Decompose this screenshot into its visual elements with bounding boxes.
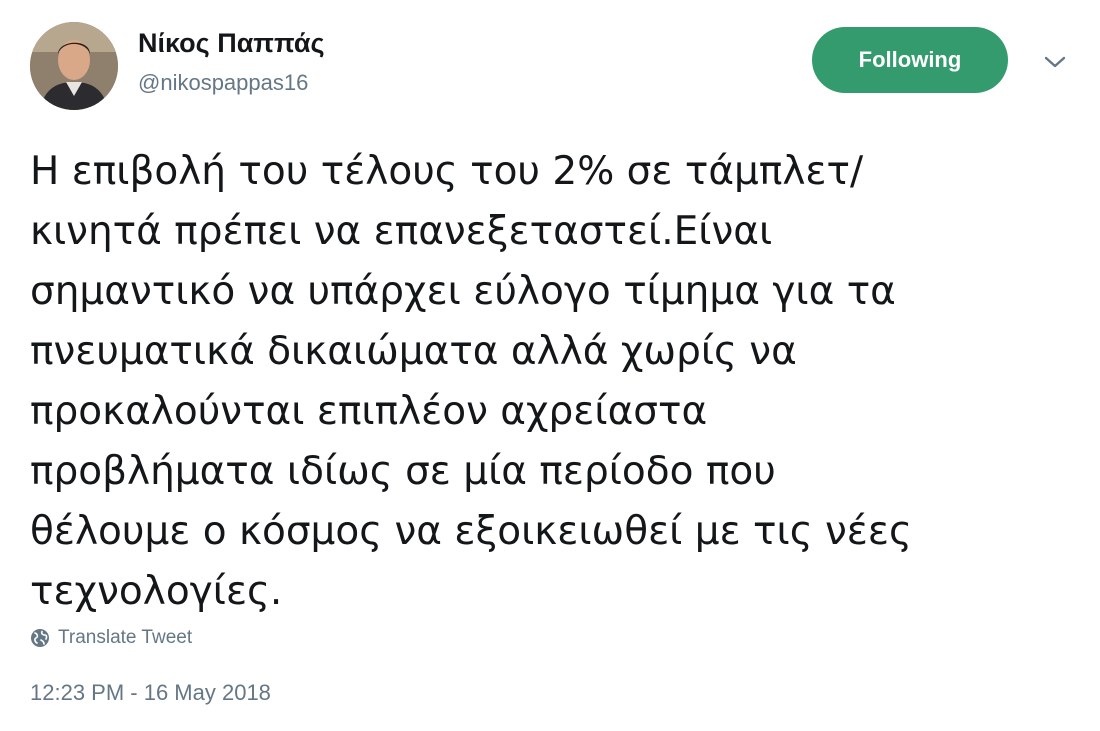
tweet-text: Η επιβολή του τέλους του 2% σε τάμπλετ/ … [30, 142, 1080, 622]
timestamp[interactable]: 12:23 PM - 16 May 2018 [30, 680, 271, 706]
tweet-line: θέλουμε ο κόσμος να εξοικειωθεί με τις ν… [30, 509, 912, 554]
following-button[interactable]: Following [812, 27, 1008, 93]
translate-tweet-link[interactable]: Translate Tweet [30, 625, 192, 651]
tweet-line: πνευματικά δικαιώματα αλλά χωρίς να [30, 329, 797, 374]
globe-icon [31, 629, 49, 647]
tweet-line: Η επιβολή του τέλους του 2% σε τάμπλετ/ [30, 149, 864, 194]
tweet-line: προβλήματα ιδίως σε μία περίοδο που [30, 449, 776, 494]
translate-tweet-label: Translate Tweet [58, 627, 193, 648]
tweet-line: προκαλούνται επιπλέον αχρείαστα [30, 389, 708, 434]
avatar-photo [30, 22, 118, 110]
tweet-line: κινητά πρέπει να επανεξεταστεί.Είναι [30, 209, 773, 254]
avatar[interactable] [30, 22, 118, 110]
handle[interactable]: @nikospappas16 [138, 70, 308, 96]
more-options-button[interactable] [1038, 48, 1072, 76]
tweet-line: τεχνολογίες. [30, 569, 283, 614]
display-name[interactable]: Νίκος Παππάς [138, 28, 325, 59]
chevron-down-icon [1044, 56, 1066, 68]
tweet-line: σημαντικό να υπάρχει εύλογο τίμημα για τ… [30, 269, 896, 314]
